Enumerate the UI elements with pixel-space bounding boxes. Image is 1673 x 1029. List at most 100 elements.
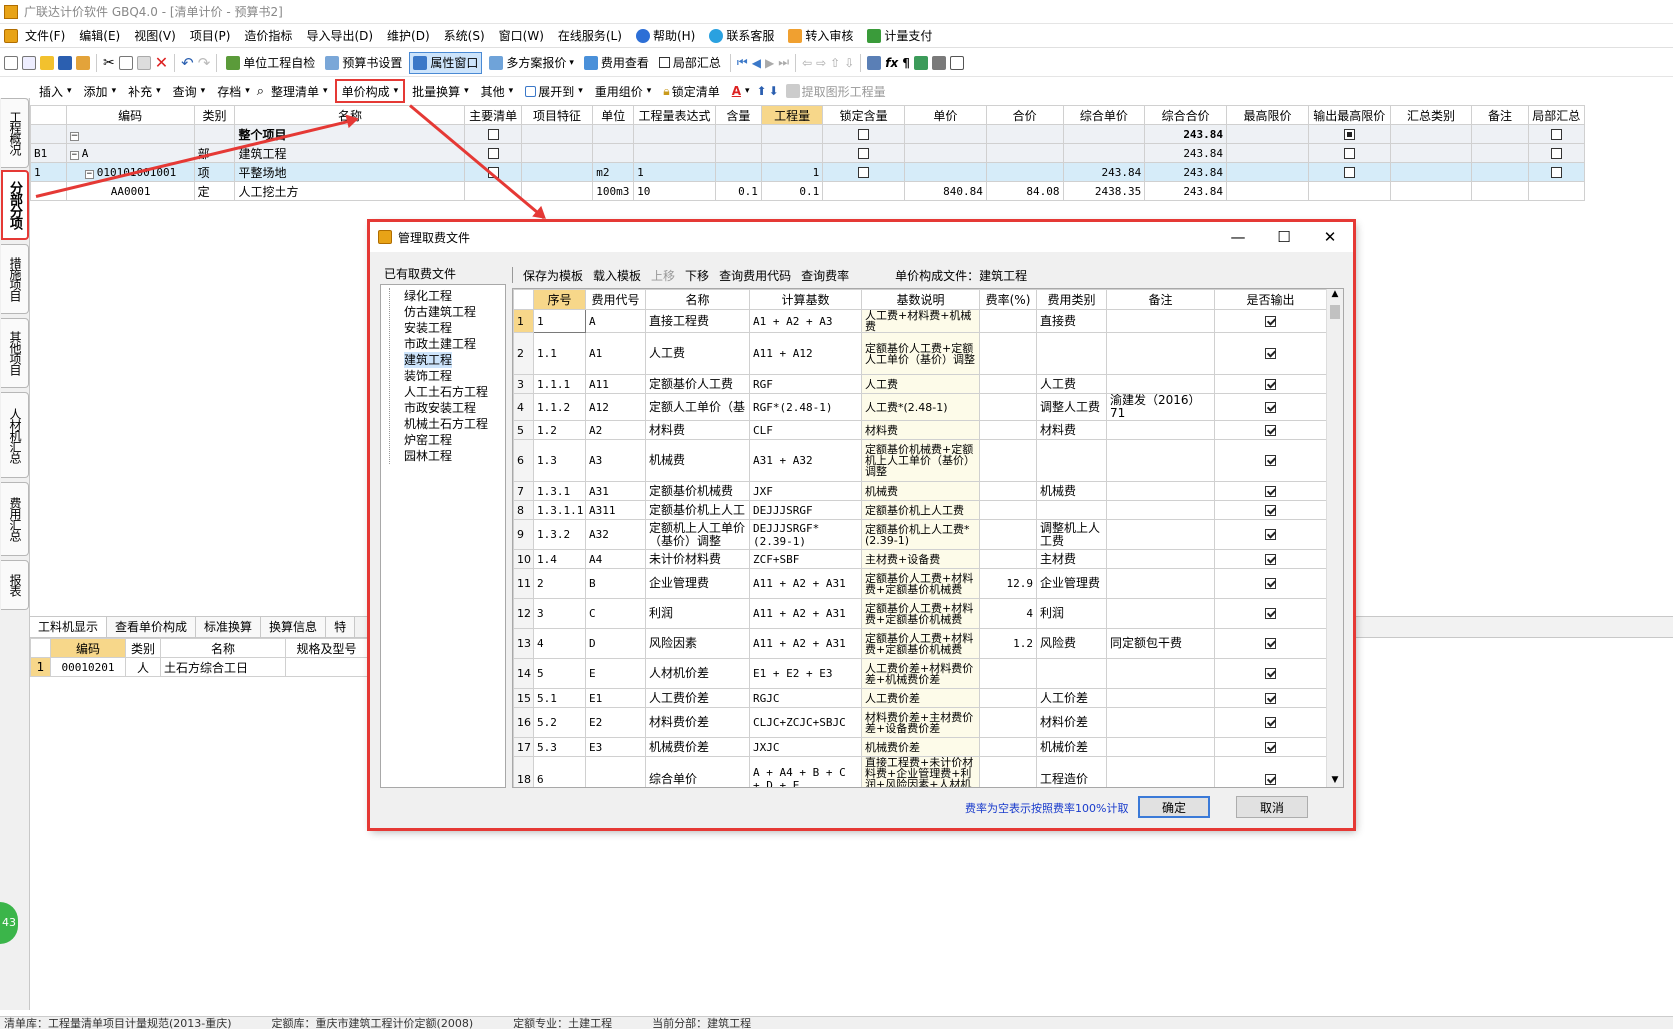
organize-list-button[interactable]: 整理清单: [266, 80, 333, 102]
collapse-icon[interactable]: −: [84, 169, 94, 179]
arrow-up-icon[interactable]: ⬆: [757, 84, 767, 98]
cell-qty[interactable]: 1: [760, 162, 824, 182]
tab-other-items[interactable]: 其他项目: [1, 318, 29, 388]
menu-audit[interactable]: 转入审核: [781, 25, 860, 47]
main-list-checkbox[interactable]: [487, 129, 499, 140]
menu-measure-pay[interactable]: 计量支付: [860, 25, 939, 47]
main-list-checkbox[interactable]: [487, 148, 499, 159]
col-code[interactable]: 编码: [65, 105, 195, 125]
col-total[interactable]: 合价: [985, 105, 1064, 125]
partial-checkbox[interactable]: [1550, 148, 1562, 159]
fee-view-button[interactable]: 费用查看: [581, 52, 652, 74]
tab-labor-material-summary[interactable]: 人材机汇总: [1, 392, 29, 478]
menu-maintain[interactable]: 维护(D): [380, 25, 437, 47]
other-button[interactable]: 其他: [476, 80, 519, 102]
next-icon[interactable]: ▶: [765, 56, 774, 70]
move-up-icon[interactable]: ⇧: [830, 56, 840, 70]
menu-contact[interactable]: 联系客服: [702, 25, 781, 47]
partial-total-toggle[interactable]: 局部汇总: [656, 52, 724, 74]
undo-icon[interactable]: ↶: [181, 54, 194, 72]
batch-convert-button[interactable]: 批量换算: [407, 80, 474, 102]
col-qty-expr[interactable]: 工程量表达式: [633, 105, 716, 125]
col-type[interactable]: 类别: [193, 105, 236, 125]
app-menu-icon[interactable]: [4, 28, 18, 43]
cell-expr[interactable]: 1: [633, 162, 716, 182]
menu-import-export[interactable]: 导入导出(D): [299, 25, 380, 47]
tab-special[interactable]: 特: [326, 617, 356, 637]
delete-icon[interactable]: ✕: [155, 53, 168, 72]
color-button[interactable]: A: [727, 80, 755, 102]
bottom-col-type[interactable]: 类别: [125, 638, 161, 658]
attr-window-button[interactable]: 属性窗口: [409, 51, 483, 74]
add-button[interactable]: 添加: [79, 80, 122, 102]
move-left-icon[interactable]: ⇦: [802, 56, 812, 70]
menu-system[interactable]: 系统(S): [437, 25, 492, 47]
open-icon[interactable]: [40, 55, 54, 70]
bottom-col-code[interactable]: 编码: [50, 638, 126, 658]
unit-price-composition-button[interactable]: 单价构成: [334, 79, 406, 103]
tab-report[interactable]: 报表: [1, 560, 29, 610]
col-content[interactable]: 含量: [714, 105, 762, 125]
copy-icon[interactable]: [118, 55, 133, 70]
extract-graphic-button[interactable]: 提取图形工程量: [781, 80, 891, 102]
output-max-checkbox[interactable]: [1343, 167, 1355, 178]
col-qty[interactable]: 工程量: [760, 105, 824, 125]
list-icon[interactable]: [949, 55, 964, 70]
reuse-price-button[interactable]: 重用组价: [590, 80, 657, 102]
prev-icon[interactable]: ◀: [752, 56, 761, 70]
print-icon[interactable]: [931, 55, 946, 70]
menu-online[interactable]: 在线服务(L): [551, 25, 629, 47]
lock-checkbox[interactable]: [858, 148, 870, 159]
tab-view-unit-price[interactable]: 查看单价构成: [107, 617, 197, 637]
tab-standard-convert[interactable]: 标准换算: [196, 617, 262, 637]
paste-icon[interactable]: [136, 55, 151, 70]
tab-sub-items[interactable]: 分部分项: [1, 170, 29, 240]
cell-expr[interactable]: 10: [633, 181, 716, 201]
binoculars-icon[interactable]: ⌕: [257, 84, 264, 99]
col-max-price[interactable]: 最高限价: [1226, 105, 1309, 125]
new-template-icon[interactable]: [22, 55, 36, 70]
col-lock-content[interactable]: 锁定含量: [822, 105, 906, 125]
expand-to-button[interactable]: 展开到: [520, 80, 588, 102]
col-output-max[interactable]: 输出最高限价: [1307, 105, 1391, 125]
col-remark[interactable]: 备注: [1471, 105, 1529, 125]
calculator-icon[interactable]: [867, 55, 882, 70]
table-row[interactable]: B1 −A 部 建筑工程 243.84: [30, 143, 1586, 163]
tab-convert-info[interactable]: 换算信息: [261, 617, 327, 637]
col-features[interactable]: 项目特征: [520, 105, 594, 125]
last-icon[interactable]: ⏭: [778, 55, 789, 70]
save-all-icon[interactable]: [76, 55, 90, 70]
paragraph-icon[interactable]: ¶: [902, 56, 910, 70]
lock-checkbox[interactable]: [858, 167, 870, 178]
save-icon[interactable]: [58, 55, 72, 70]
tab-labor-material-display[interactable]: 工料机显示: [30, 617, 108, 637]
collapse-icon[interactable]: −: [69, 132, 79, 141]
lock-list-button[interactable]: 🔒︎ 锁定清单: [658, 80, 724, 102]
collapse-icon[interactable]: −: [69, 150, 79, 160]
col-comp-total[interactable]: 综合合价: [1144, 105, 1228, 125]
multi-plan-button[interactable]: 多方案报价 ▾: [486, 52, 577, 74]
output-max-checkbox[interactable]: [1343, 148, 1355, 159]
menu-project[interactable]: 项目(P): [183, 25, 238, 47]
bottom-table-row[interactable]: 1 00010201 人 土石方综合工日: [30, 657, 368, 677]
bottom-col-spec[interactable]: 规格及型号: [285, 638, 368, 658]
col-main-list[interactable]: 主要清单: [464, 105, 522, 125]
col-comp-price[interactable]: 综合单价: [1062, 105, 1146, 125]
move-right-icon[interactable]: ⇨: [816, 56, 826, 70]
menu-file[interactable]: 文件(F): [18, 25, 72, 47]
table-row[interactable]: AA0001 定 人工挖土方 100m3 10 0.1 0.1 840.84 8…: [30, 181, 1586, 201]
cell-qty[interactable]: 0.1: [760, 181, 824, 201]
first-icon[interactable]: ⏮: [737, 55, 748, 70]
partial-checkbox[interactable]: [1550, 167, 1562, 178]
bottom-col-name[interactable]: 名称: [160, 638, 286, 658]
menu-view[interactable]: 视图(V): [127, 25, 183, 47]
arrow-down-icon[interactable]: ⬇: [769, 84, 779, 98]
col-partial[interactable]: 局部汇总: [1527, 105, 1586, 125]
table-row-selected[interactable]: 1 −010101001001 项 平整场地 m2 1 1 243.84 243…: [30, 162, 1586, 182]
move-down-icon[interactable]: ⇩: [844, 56, 854, 70]
col-unit[interactable]: 单位: [592, 105, 635, 125]
supplement-button[interactable]: 补充: [123, 80, 166, 102]
menu-help[interactable]: 帮助(H): [629, 25, 702, 47]
unit-check-button[interactable]: 单位工程自检: [223, 52, 318, 74]
menu-cost-index[interactable]: 造价指标: [237, 25, 299, 47]
